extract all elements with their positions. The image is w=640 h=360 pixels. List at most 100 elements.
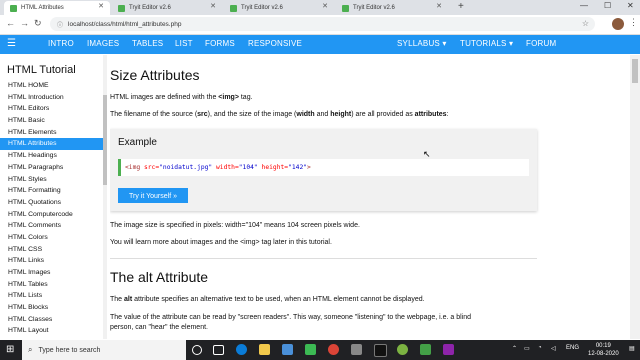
sidebar-item[interactable]: HTML Editors: [0, 103, 103, 115]
text: The: [110, 296, 125, 303]
sidebar-item[interactable]: HTML Formatting: [0, 185, 103, 197]
main-content: Size Attributes HTML images are defined …: [110, 55, 630, 339]
text: :: [446, 111, 449, 118]
nav-forms[interactable]: FORMS: [205, 39, 235, 48]
forward-icon[interactable]: →: [20, 18, 29, 28]
app-icon-2[interactable]: [351, 344, 362, 355]
terminal-icon[interactable]: [374, 344, 387, 357]
scrollbar-thumb[interactable]: [103, 95, 107, 185]
heading-alt-attribute: The alt Attribute: [110, 269, 209, 285]
taskbar-search[interactable]: ⌕ Type here to search: [22, 340, 186, 360]
sidebar-item[interactable]: HTML CSS: [0, 244, 103, 256]
windows-start-icon[interactable]: ⊞: [6, 344, 14, 355]
paragraph-screen-readers-line1: The value of the attribute can be read b…: [110, 314, 472, 321]
sidebar-item[interactable]: HTML Tables: [0, 279, 103, 291]
sidebar-item[interactable]: HTML Styles: [0, 174, 103, 186]
file-explorer-icon[interactable]: [259, 344, 270, 355]
edge-icon[interactable]: [236, 344, 247, 355]
nav-images[interactable]: IMAGES: [87, 39, 119, 48]
tab-tryit-3[interactable]: Tryit Editor v2.6 ✕: [336, 1, 448, 15]
sidebar-scrollbar[interactable]: [103, 55, 107, 339]
sidebar-item[interactable]: HTML Classes: [0, 314, 103, 326]
example-box: Example <img src="noidatut.jpg" width="1…: [110, 129, 537, 211]
code-value: "104": [238, 164, 258, 171]
app-icon-4[interactable]: [420, 344, 431, 355]
divider: [110, 258, 537, 259]
close-tab-icon[interactable]: ✕: [98, 2, 104, 10]
code-attr: height=: [257, 164, 289, 171]
nav-intro[interactable]: INTRO: [48, 39, 74, 48]
close-tab-icon[interactable]: ✕: [210, 2, 216, 10]
sidebar-item[interactable]: HTML Layout: [0, 325, 103, 337]
hamburger-menu-icon[interactable]: ☰: [7, 38, 16, 49]
language-indicator[interactable]: ENG: [566, 345, 579, 351]
tray-chevron-icon[interactable]: ⌃: [512, 345, 517, 352]
volume-icon[interactable]: ◁: [551, 345, 556, 352]
code-tag: <img: [125, 164, 141, 171]
try-it-yourself-button[interactable]: Try it Yourself »: [118, 188, 188, 203]
sidebar-item[interactable]: HTML Headings: [0, 150, 103, 162]
sidebar-item[interactable]: HTML Blocks: [0, 302, 103, 314]
reload-icon[interactable]: ↻: [34, 18, 42, 29]
url-text: localhost/class/html/html_attributes.php: [68, 20, 182, 28]
taskbar-clock[interactable]: 00:19 12-08-2020: [588, 342, 619, 358]
notifications-icon[interactable]: ▤: [629, 345, 635, 352]
sidebar-item[interactable]: HTML Quotations: [0, 197, 103, 209]
sidebar-item[interactable]: HTML Lists: [0, 290, 103, 302]
sidebar-item[interactable]: HTML HOME: [0, 80, 103, 92]
nav-list[interactable]: LIST: [175, 39, 193, 48]
app-icon[interactable]: [305, 344, 316, 355]
task-view-icon[interactable]: [213, 345, 224, 355]
sidebar-item[interactable]: HTML Responsive: [0, 337, 103, 339]
scrollbar-thumb[interactable]: [632, 59, 638, 83]
search-icon: ⌕: [28, 345, 33, 354]
sidebar-item[interactable]: HTML Basic: [0, 115, 103, 127]
sidebar-item[interactable]: HTML Paragraphs: [0, 162, 103, 174]
minimize-button[interactable]: —: [580, 1, 588, 10]
nav-tutorials[interactable]: TUTORIALS ▾: [460, 39, 513, 48]
maximize-button[interactable]: ☐: [604, 1, 611, 10]
text: tag.: [238, 94, 253, 101]
nav-responsive[interactable]: RESPONSIVE: [248, 39, 302, 48]
battery-icon[interactable]: ▭: [524, 345, 530, 352]
sidebar-item[interactable]: HTML Computercode: [0, 209, 103, 221]
nav-syllabus[interactable]: SYLLABUS ▾: [397, 39, 447, 48]
sidebar-item[interactable]: HTML Images: [0, 267, 103, 279]
page-scrollbar[interactable]: [630, 55, 640, 339]
close-tab-icon[interactable]: ✕: [436, 2, 442, 10]
cortana-icon[interactable]: [192, 345, 202, 355]
store-icon[interactable]: [282, 344, 293, 355]
bookmark-star-icon[interactable]: ☆: [582, 19, 589, 28]
sidebar-item[interactable]: HTML Attributes: [0, 138, 103, 151]
sidebar-item[interactable]: HTML Introduction: [0, 92, 103, 104]
address-bar[interactable]: ⓘ localhost/class/html/html_attributes.p…: [50, 17, 595, 31]
back-icon[interactable]: ←: [6, 18, 15, 28]
sidebar-item[interactable]: HTML Elements: [0, 127, 103, 139]
w3-favicon-icon: [230, 4, 237, 12]
tab-tryit-1[interactable]: Tryit Editor v2.6 ✕: [112, 1, 222, 15]
network-icon[interactable]: ◔: [538, 345, 542, 351]
new-tab-button[interactable]: +: [458, 1, 464, 12]
tab-tryit-2[interactable]: Tryit Editor v2.6 ✕: [224, 1, 334, 15]
app-icon-5[interactable]: [443, 344, 454, 355]
sidebar-item[interactable]: HTML Comments: [0, 220, 103, 232]
sidebar-item[interactable]: HTML Links: [0, 255, 103, 267]
paragraph-image-size: The image size is specified in pixels: w…: [110, 222, 360, 229]
info-icon[interactable]: ⓘ: [57, 20, 63, 29]
nav-tables[interactable]: TABLES: [132, 39, 163, 48]
nav-forum[interactable]: FORUM: [526, 39, 556, 48]
chrome-icon[interactable]: [328, 344, 339, 355]
tab-title: Tryit Editor v2.6: [353, 5, 395, 11]
browser-menu-icon[interactable]: ⋮: [629, 17, 638, 28]
close-tab-icon[interactable]: ✕: [322, 2, 328, 10]
paragraph-learn-more: You will learn more about images and the…: [110, 239, 332, 246]
close-window-button[interactable]: ✕: [627, 1, 634, 10]
app-icon-3[interactable]: [397, 344, 408, 355]
code-tag: >: [307, 164, 311, 171]
tab-html-attributes[interactable]: HTML Attributes ✕: [4, 1, 110, 15]
paragraph-screen-readers-line2: person, can "hear" the element.: [110, 324, 208, 331]
code-sample: <img src="noidatut.jpg" width="104" heig…: [118, 159, 529, 176]
bold-attributes: attributes: [414, 111, 447, 118]
sidebar-item[interactable]: HTML Colors: [0, 232, 103, 244]
profile-avatar[interactable]: [612, 18, 624, 30]
